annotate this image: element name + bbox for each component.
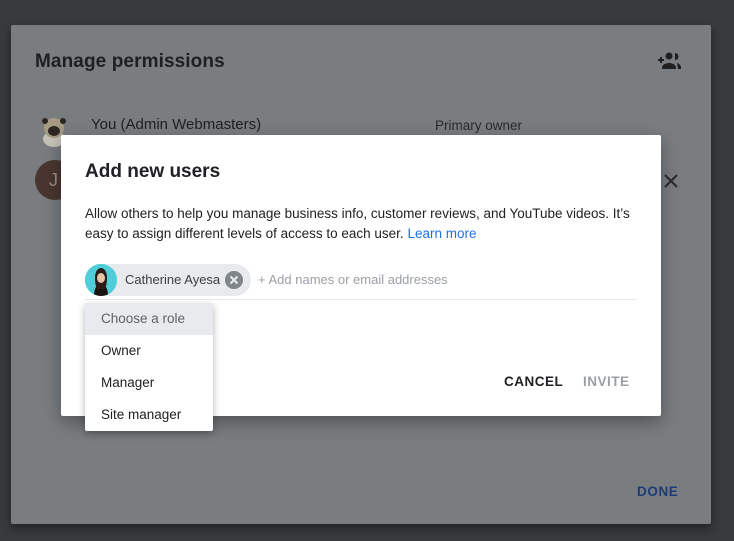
invite-button[interactable]: INVITE xyxy=(583,374,630,389)
role-menu-header: Choose a role xyxy=(85,303,213,335)
role-option-owner[interactable]: Owner xyxy=(85,335,213,367)
done-button[interactable]: DONE xyxy=(637,484,678,499)
dialog-title: Add new users xyxy=(85,161,221,182)
input-underline xyxy=(85,299,637,300)
cancel-button[interactable]: CANCEL xyxy=(504,374,563,389)
user-name: You (Admin Webmasters) xyxy=(91,116,262,133)
role-option-site-manager[interactable]: Site manager xyxy=(85,399,213,431)
learn-more-link[interactable]: Learn more xyxy=(407,226,476,241)
role-option-manager[interactable]: Manager xyxy=(85,367,213,399)
dialog-description: Allow others to help you manage business… xyxy=(85,204,645,244)
add-users-input[interactable] xyxy=(258,272,638,287)
person-add-icon[interactable] xyxy=(657,51,683,71)
role-menu: Choose a role Owner Manager Site manager xyxy=(85,303,213,431)
manage-permissions-title: Manage permissions xyxy=(35,51,225,72)
close-icon[interactable] xyxy=(661,171,681,191)
cancel-circle-icon[interactable] xyxy=(225,271,243,289)
user-chip[interactable]: Catherine Ayesa xyxy=(85,264,251,296)
chip-name: Catherine Ayesa xyxy=(125,272,221,287)
chip-avatar xyxy=(85,264,117,296)
user-role: Primary owner xyxy=(435,118,523,133)
description-text: Allow others to help you manage business… xyxy=(85,206,630,241)
